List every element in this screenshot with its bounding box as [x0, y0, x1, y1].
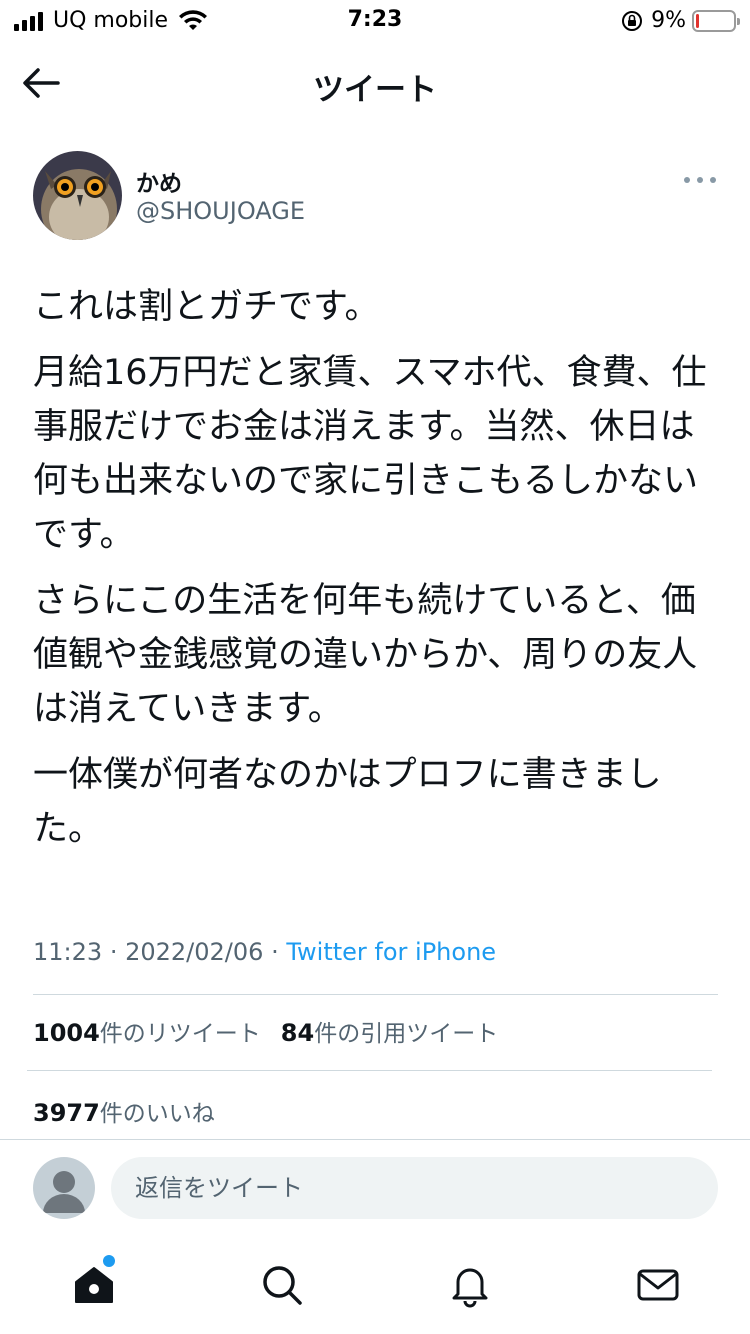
retweets-count: 1004	[33, 1019, 100, 1047]
tweet-text: これは割とガチです。 月給16万円だと家賃、スマホ代、食費、仕事服だけでお金は消…	[33, 280, 723, 868]
tab-home[interactable]	[71, 1262, 117, 1308]
owl-avatar-image	[33, 151, 122, 240]
battery-percent: 9%	[651, 8, 686, 33]
quotes-label: 件の引用ツイート	[314, 1021, 499, 1047]
tweet-date: 2022/02/06	[125, 938, 264, 966]
status-right: 9%	[621, 8, 740, 33]
divider	[27, 1070, 712, 1071]
tweet-paragraph: さらにこの生活を何年も続けていると、価値観や金銭感覚の違いからか、周りの友人は消…	[33, 581, 698, 729]
more-horizontal-icon[interactable]	[684, 168, 716, 192]
likes-count: 3977	[33, 1099, 100, 1127]
tweet-meta: 11:23 · 2022/02/06 · Twitter for iPhone	[33, 938, 496, 966]
quotes-link[interactable]: 84件の引用ツイート	[280, 1019, 499, 1047]
default-user-icon	[43, 1171, 85, 1213]
battery-fill	[696, 13, 699, 28]
tweet-paragraph: 月給16万円だと家賃、スマホ代、食費、仕事服だけでお金は消えます。当然、休日は何…	[33, 353, 707, 555]
meta-separator: ·	[109, 938, 118, 966]
quotes-count: 84	[280, 1019, 315, 1047]
unread-dot	[103, 1255, 115, 1267]
orientation-lock-icon	[622, 10, 643, 31]
nav-bar: ツイート	[0, 42, 750, 124]
retweet-stats: 1004件のリツイート 84件の引用ツイート	[33, 1014, 498, 1048]
avatar[interactable]	[33, 151, 122, 240]
divider	[33, 994, 718, 995]
status-bar: UQ mobile 7:23 9%	[0, 0, 750, 42]
user-handle[interactable]: @SHOUJOAGE	[136, 197, 305, 225]
home-icon	[75, 1267, 113, 1303]
reply-avatar	[33, 1157, 95, 1219]
display-name[interactable]: かめ	[136, 164, 182, 198]
tweet-paragraph: 一体僕が何者なのかはプロフに書きました。	[33, 755, 662, 849]
notifications-icon	[452, 1268, 488, 1308]
page-title: ツイート	[313, 72, 437, 108]
likes-stats[interactable]: 3977件のいいね	[33, 1094, 215, 1128]
divider	[0, 1139, 750, 1140]
tweet-time: 11:23	[33, 938, 103, 966]
retweets-label: 件のリツイート	[99, 1021, 261, 1047]
likes-label: 件のいいね	[99, 1101, 215, 1127]
retweets-link[interactable]: 1004件のリツイート	[33, 1019, 261, 1047]
battery-icon	[692, 9, 740, 32]
reply-input[interactable]: 返信をツイート	[111, 1157, 718, 1219]
tweet-source-link[interactable]: Twitter for iPhone	[286, 938, 496, 966]
tab-search[interactable]	[259, 1262, 305, 1308]
tab-notifications[interactable]	[447, 1262, 493, 1308]
tab-messages[interactable]	[635, 1262, 681, 1308]
tweet-paragraph: これは割とガチです。	[33, 287, 380, 327]
messages-icon	[637, 1269, 679, 1301]
meta-separator: ·	[271, 938, 279, 966]
search-icon	[263, 1266, 302, 1305]
